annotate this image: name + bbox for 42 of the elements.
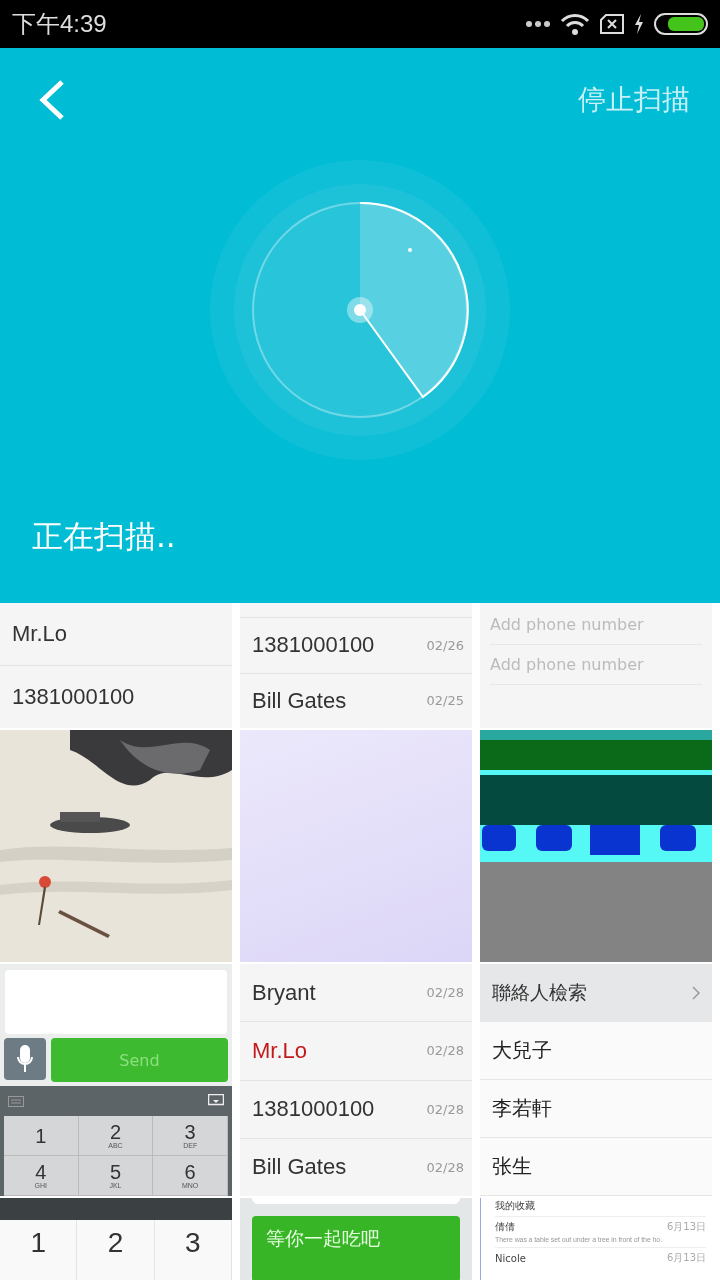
caller-name: 1381000100 [252,1096,375,1123]
call-date: 02/28 [426,1159,464,1175]
wifi-icon [560,13,590,35]
gradient-thumbnail[interactable] [240,730,472,962]
chevron-right-icon [692,986,700,1000]
caller-name: 1381000100 [252,632,375,659]
call-date: 02/28 [426,1043,464,1059]
no-sim-icon [600,14,624,34]
contact-name: 1381000100 [12,684,135,710]
send-button: Send [51,1038,228,1083]
sender-name: 倩倩 [495,1220,515,1234]
keypad-key: 1 [4,1116,79,1156]
message-date: 6月13日 [666,1251,706,1265]
caller-name: Bill Gates [252,1154,347,1181]
more-dots-icon [526,21,550,27]
back-button[interactable] [38,80,66,120]
phone-field: Add phone number [490,605,702,645]
phone-field: Add phone number [490,645,702,685]
favorites-label: 我的收藏 [495,1199,535,1213]
battery-icon [654,13,708,35]
contacts-directory-thumbnail[interactable]: 聯絡人檢索 大兒子 李若軒 张生 [480,964,712,1196]
dialpad-thumbnail[interactable]: 1 2 3 [0,1198,232,1280]
call-date: 02/26 [426,637,464,653]
contact-list-thumbnail[interactable]: Mr.Lo 1381000100 [0,603,232,728]
microphone-icon [17,1045,33,1074]
chat-bubble: 等你一起吃吧 [252,1216,460,1280]
caller-name: Mr.Lo [252,1037,308,1064]
call-date: 02/25 [426,693,464,709]
call-date: 02/28 [426,985,464,1001]
header-title: 聯絡人檢索 [492,980,587,1005]
call-log-thumbnail[interactable]: 1381000100 02/26 Bill Gates 02/25 [240,603,472,728]
charging-icon [634,14,644,34]
caller-name: Bryant [252,979,316,1006]
caller-name: Bill Gates [252,687,347,714]
contact-name: Mr.Lo [12,621,68,647]
message-date: 6月13日 [666,1220,706,1234]
status-time: 下午4:39 [12,9,107,39]
sender-name: Nicole [495,1252,526,1264]
keyboard-icon [8,1095,24,1107]
scan-status-text: 正在扫描.. [32,517,176,556]
call-log-thumbnail[interactable]: Bryant 02/28 Mr.Lo 02/28 1381000100 02/28 Bill Gates 02/28 [240,964,472,1196]
call-date: 02/28 [426,1101,464,1117]
